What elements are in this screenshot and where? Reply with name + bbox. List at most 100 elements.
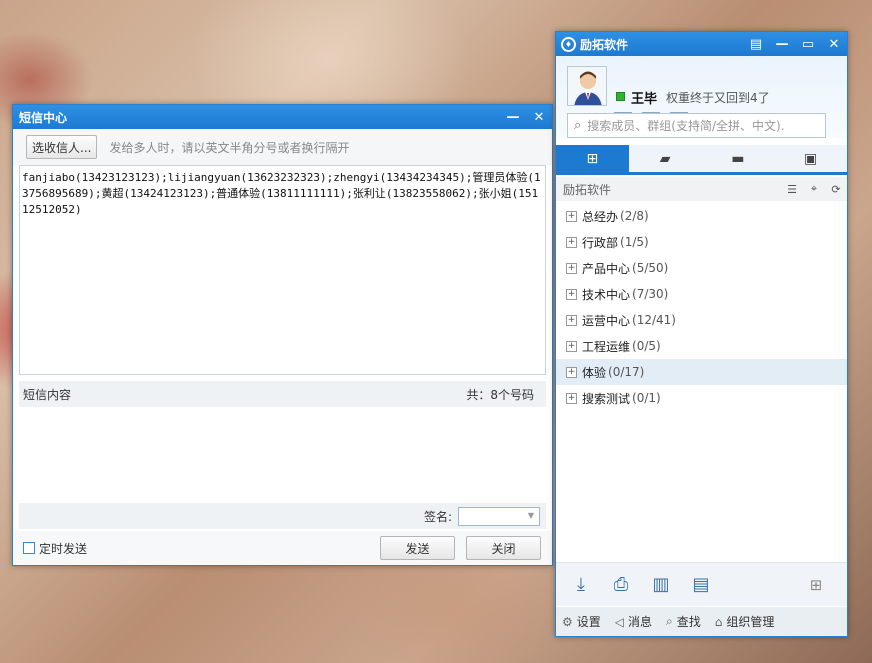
pick-recipients-button[interactable]: 选收信人... <box>26 135 98 159</box>
message-content-input[interactable] <box>19 407 546 503</box>
close-window-button[interactable]: ✕ <box>526 105 552 129</box>
tree-item[interactable]: + 工程运维 (0/5) <box>556 333 847 359</box>
expand-icon[interactable]: + <box>566 288 577 300</box>
find-button[interactable]: ⌕ 查找 <box>666 613 701 630</box>
notice-icon: ▣ <box>804 150 818 167</box>
tab-organization[interactable]: ⊞ <box>556 145 629 172</box>
messages-button[interactable]: ◁ 消息 <box>615 613 652 630</box>
expand-icon[interactable]: + <box>566 392 577 404</box>
find-label: 查找 <box>676 615 701 629</box>
user-signature[interactable]: 权重终于又回到4了 <box>666 89 770 106</box>
tree-item[interactable]: + 运营中心 (12/41) <box>556 307 847 333</box>
expand-icon[interactable]: + <box>566 262 577 274</box>
dept-count: (2/8) <box>620 209 649 223</box>
dept-name: 产品中心 <box>582 261 631 276</box>
settings-label: 设置 <box>576 615 601 629</box>
speaker-icon: ◁ <box>614 614 625 629</box>
content-label: 短信内容 <box>23 387 72 402</box>
chat-bubble-icon: ▬ <box>731 150 745 167</box>
dept-count: (0/1) <box>632 391 661 405</box>
locate-icon[interactable]: ⌖ <box>803 182 825 196</box>
search-placeholder: 搜索成员、群组(支持简/全拼、中文). <box>587 119 785 133</box>
close-window-button[interactable]: ✕ <box>821 32 847 56</box>
signature-row: 签名: ▼ <box>19 503 546 529</box>
dept-name: 搜索测试 <box>582 391 631 406</box>
timer-label[interactable]: 定时发送 <box>39 540 380 557</box>
search-icon: ⌕ <box>574 118 582 133</box>
send-button[interactable]: 发送 <box>380 536 455 560</box>
avatar-image <box>568 67 606 105</box>
close-button[interactable]: 关闭 <box>466 536 541 560</box>
dept-count: (0/5) <box>632 339 661 353</box>
dept-count: (7/30) <box>632 287 669 301</box>
sms-window-title: 短信中心 <box>19 110 68 125</box>
group-header: 励拓软件 ☰ ⌖ ⟳ <box>556 177 847 201</box>
sms-center-window: 短信中心 — ✕ 选收信人... 发给多人时，请以英文半角分号或者换行隔开 fa… <box>12 104 553 566</box>
org-manage-label: 组织管理 <box>726 615 775 629</box>
app-grid-icon[interactable]: ⊞ <box>803 572 829 598</box>
minimize-button[interactable]: — <box>500 105 526 129</box>
gear-icon: ⚙ <box>562 614 573 629</box>
dept-name: 总经办 <box>582 209 619 224</box>
sms-bottom-bar: 定时发送 发送 关闭 <box>13 531 552 565</box>
group-header-label: 励拓软件 <box>563 182 612 197</box>
expand-icon[interactable]: + <box>566 314 577 326</box>
tree-item[interactable]: + 技术中心 (7/30) <box>556 281 847 307</box>
tab-recent[interactable]: ▬ <box>702 145 775 172</box>
recipients-textarea[interactable]: fanjiabo(13423123123);lijiangyuan(136232… <box>19 165 546 375</box>
recipients-hint: 发给多人时，请以英文半角分号或者换行隔开 <box>109 140 350 155</box>
tree-item[interactable]: + 行政部 (1/5) <box>556 229 847 255</box>
tab-groups[interactable]: ▰ <box>629 145 702 172</box>
tab-notices[interactable]: ▣ <box>774 145 847 172</box>
app-logo-icon: ♦ <box>561 36 576 52</box>
printer-icon[interactable]: ⎙ <box>608 572 634 598</box>
user-name: 王毕 <box>631 92 658 107</box>
expand-icon[interactable]: + <box>566 340 577 352</box>
settings-button[interactable]: ⚙ 设置 <box>562 613 601 630</box>
dept-count: (12/41) <box>632 313 676 327</box>
bar-chart-icon[interactable]: ▥ <box>648 572 674 598</box>
list-view-icon[interactable]: ☰ <box>781 183 803 196</box>
main-tabs: ⊞ ▰ ▬ ▣ <box>556 145 847 175</box>
tree-item[interactable]: + 产品中心 (5/50) <box>556 255 847 281</box>
org-tree-icon: ⊞ <box>586 150 599 167</box>
menu-icon[interactable]: ▤ <box>743 32 769 56</box>
sms-toolbar: 选收信人... 发给多人时，请以英文半角分号或者换行隔开 <box>13 129 552 165</box>
dept-name: 工程运维 <box>582 339 631 354</box>
maximize-button[interactable]: ▭ <box>795 32 821 56</box>
dept-count: (5/50) <box>632 261 669 275</box>
search-input[interactable]: ⌕ 搜索成员、群组(支持简/全拼、中文). <box>567 113 826 138</box>
signature-select[interactable]: ▼ <box>458 506 540 526</box>
refresh-icon[interactable]: ⟳ <box>825 183 847 196</box>
recipient-count: 共：8个号码 <box>466 387 534 402</box>
footer-bar: ⚙ 设置 ◁ 消息 ⌕ 查找 ⌂ 组织管理 <box>556 607 847 636</box>
dept-name: 技术中心 <box>582 287 631 302</box>
avatar[interactable] <box>567 66 607 106</box>
tree-item[interactable]: + 体验 (0/17) <box>556 359 847 385</box>
signature-label: 签名: <box>423 509 452 524</box>
chevron-down-icon: ▼ <box>527 510 534 520</box>
org-manage-button[interactable]: ⌂ 组织管理 <box>715 613 775 630</box>
search-icon: ⌕ <box>666 614 673 628</box>
main-titlebar[interactable]: ♦ 励拓软件 ▤ — ▭ ✕ <box>556 32 847 56</box>
online-status-icon[interactable] <box>616 92 625 101</box>
expand-icon[interactable]: + <box>566 366 577 378</box>
content-header: 短信内容 共：8个号码 <box>19 381 546 407</box>
minimize-button[interactable]: — <box>769 32 795 56</box>
dept-name: 行政部 <box>582 235 619 250</box>
main-window-title: 励拓软件 <box>580 37 629 52</box>
dept-name: 运营中心 <box>582 313 631 328</box>
tree-item[interactable]: + 搜索测试 (0/1) <box>556 385 847 411</box>
main-window: ♦ 励拓软件 ▤ — ▭ ✕ 王毕 权重终于又回到4了 ≡ ✉ ☺ ⌕ 搜索成 <box>555 31 848 637</box>
expand-icon[interactable]: + <box>566 210 577 222</box>
timer-checkbox[interactable] <box>23 542 35 554</box>
messages-label: 消息 <box>628 615 653 629</box>
clipboard-icon[interactable]: ▤ <box>688 572 714 598</box>
sms-titlebar[interactable]: 短信中心 — ✕ <box>13 105 552 129</box>
download-icon[interactable]: ⤓ <box>568 572 594 598</box>
org-tree: + 总经办 (2/8) + 行政部 (1/5) + 产品中心 (5/50) + … <box>556 203 847 411</box>
dept-count: (0/17) <box>608 365 645 379</box>
expand-icon[interactable]: + <box>566 236 577 248</box>
tree-item[interactable]: + 总经办 (2/8) <box>556 203 847 229</box>
bottom-toolbar: ⤓ ⎙ ▥ ▤ ⊞ <box>556 562 847 606</box>
